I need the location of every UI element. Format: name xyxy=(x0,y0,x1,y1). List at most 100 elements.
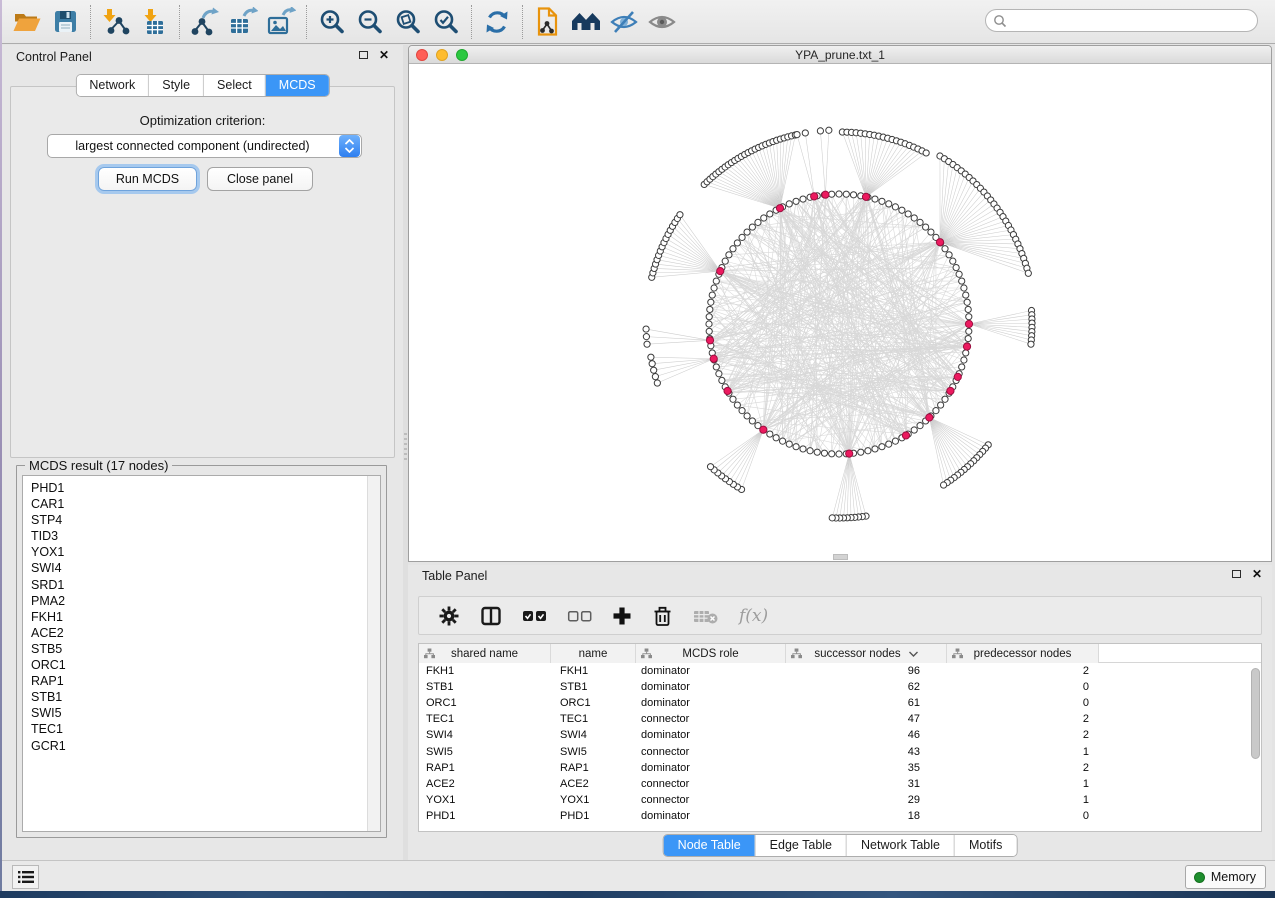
delete-column-button[interactable] xyxy=(652,605,673,627)
search-field[interactable] xyxy=(985,9,1258,32)
tab-style[interactable]: Style xyxy=(148,75,203,96)
zoom-fit-button[interactable] xyxy=(389,4,427,40)
table-row[interactable]: RAP1RAP1dominator352 xyxy=(419,760,1261,776)
close-panel-button[interactable]: Close panel xyxy=(207,167,313,191)
result-node-item[interactable]: SRD1 xyxy=(31,577,380,593)
export-network-button[interactable] xyxy=(186,4,224,40)
result-node-item[interactable]: STB5 xyxy=(31,641,380,657)
criterion-dropdown[interactable]: largest connected component (undirected) xyxy=(47,134,362,158)
result-node-item[interactable]: PHD1 xyxy=(31,480,380,496)
mcds-hub-node[interactable] xyxy=(965,320,972,327)
column-header-successor-nodes[interactable]: successor nodes xyxy=(786,644,947,663)
float-panel-icon[interactable] xyxy=(359,51,368,59)
network-window-titlebar[interactable]: YPA_prune.txt_1 xyxy=(409,46,1271,64)
tab-network-table[interactable]: Network Table xyxy=(846,835,954,856)
network-canvas[interactable] xyxy=(409,64,1271,561)
memory-button[interactable]: Memory xyxy=(1185,865,1266,889)
table-scrollbar-thumb[interactable] xyxy=(1251,668,1260,759)
mcds-hub-node[interactable] xyxy=(811,193,818,200)
run-mcds-button[interactable]: Run MCDS xyxy=(98,167,197,191)
result-node-item[interactable]: STB1 xyxy=(31,689,380,705)
add-column-button[interactable] xyxy=(612,606,632,626)
open-session-button[interactable] xyxy=(8,4,46,40)
network-graph[interactable] xyxy=(409,64,1271,561)
tab-select[interactable]: Select xyxy=(203,75,265,96)
deselect-all-button[interactable] xyxy=(567,608,592,624)
result-node-item[interactable]: STP4 xyxy=(31,512,380,528)
mcds-hub-node[interactable] xyxy=(862,193,869,200)
refresh-button[interactable] xyxy=(478,4,516,40)
mcds-hub-node[interactable] xyxy=(724,387,731,394)
show-graphics-details-button[interactable] xyxy=(643,4,681,40)
result-node-item[interactable]: CAR1 xyxy=(31,496,380,512)
result-node-item[interactable]: ORC1 xyxy=(31,657,380,673)
tab-network[interactable]: Network xyxy=(76,75,148,96)
result-node-item[interactable]: TEC1 xyxy=(31,721,380,737)
tab-mcds[interactable]: MCDS xyxy=(265,75,329,96)
table-row[interactable]: ACE2ACE2connector311 xyxy=(419,776,1261,792)
mcds-result-list: PHD1CAR1STP4TID3YOX1SWI4SRD1PMA2FKH1ACE2… xyxy=(22,475,381,832)
toolbar-separator xyxy=(522,5,523,39)
hide-graphics-details-button[interactable] xyxy=(605,4,643,40)
result-node-item[interactable]: SWI4 xyxy=(31,560,380,576)
mcds-hub-node[interactable] xyxy=(717,268,724,275)
import-table-button[interactable] xyxy=(135,4,173,40)
function-builder-button[interactable]: f(x) xyxy=(739,606,768,626)
mcds-hub-node[interactable] xyxy=(902,432,909,439)
mcds-hub-node[interactable] xyxy=(947,387,954,394)
table-row[interactable]: PHD1PHD1dominator180 xyxy=(419,808,1261,824)
save-session-button[interactable] xyxy=(46,4,84,40)
mcds-hub-node[interactable] xyxy=(760,426,767,433)
zoom-out-button[interactable] xyxy=(351,4,389,40)
table-row[interactable]: TEC1TEC1connector472 xyxy=(419,711,1261,727)
mcds-hub-node[interactable] xyxy=(936,239,943,246)
canvas-splitter-grip[interactable] xyxy=(833,554,848,560)
select-all-button[interactable] xyxy=(522,608,547,624)
home-button[interactable] xyxy=(567,4,605,40)
column-header-name[interactable]: name xyxy=(551,644,636,663)
result-node-item[interactable]: TID3 xyxy=(31,528,380,544)
column-header-MCDS-role[interactable]: MCDS role xyxy=(636,644,786,663)
column-header-shared-name[interactable]: shared name xyxy=(419,644,551,663)
close-panel-icon[interactable]: ✕ xyxy=(379,50,389,60)
table-row[interactable]: FKH1FKH1dominator962 xyxy=(419,663,1261,679)
mcds-hub-node[interactable] xyxy=(822,191,829,198)
column-settings-button[interactable] xyxy=(438,605,460,627)
tab-edge-table[interactable]: Edge Table xyxy=(755,835,846,856)
network-document-button[interactable] xyxy=(529,4,567,40)
float-table-panel-icon[interactable] xyxy=(1232,570,1241,578)
import-network-button[interactable] xyxy=(97,4,135,40)
mcds-hub-node[interactable] xyxy=(963,343,970,350)
result-node-item[interactable]: SWI5 xyxy=(31,705,380,721)
mcds-hub-node[interactable] xyxy=(846,450,853,457)
result-node-item[interactable]: PMA2 xyxy=(31,593,380,609)
table-row[interactable]: SWI5SWI5connector431 xyxy=(419,743,1261,759)
split-panel-button[interactable] xyxy=(480,605,502,627)
result-node-item[interactable]: GCR1 xyxy=(31,738,380,754)
table-row[interactable]: SWI4SWI4dominator462 xyxy=(419,727,1261,743)
table-row[interactable]: YOX1YOX1connector291 xyxy=(419,792,1261,808)
export-table-button[interactable] xyxy=(224,4,262,40)
mcds-hub-node[interactable] xyxy=(926,414,933,421)
mcds-hub-node[interactable] xyxy=(776,205,783,212)
mcds-hub-node[interactable] xyxy=(954,373,961,380)
column-header-predecessor-nodes[interactable]: predecessor nodes xyxy=(947,644,1099,663)
table-row[interactable]: ORC1ORC1dominator610 xyxy=(419,695,1261,711)
delete-table-button[interactable] xyxy=(693,607,719,625)
result-node-item[interactable]: ACE2 xyxy=(31,625,380,641)
table-row[interactable]: STB1STB1dominator620 xyxy=(419,679,1261,695)
mcds-hub-node[interactable] xyxy=(706,337,713,344)
close-table-panel-icon[interactable]: ✕ xyxy=(1252,569,1262,579)
search-input[interactable] xyxy=(1007,12,1257,30)
zoom-selected-button[interactable] xyxy=(427,4,465,40)
tab-motifs[interactable]: Motifs xyxy=(954,835,1016,856)
panel-selector-button[interactable] xyxy=(12,865,39,889)
result-node-item[interactable]: FKH1 xyxy=(31,609,380,625)
tab-node-table[interactable]: Node Table xyxy=(664,835,755,856)
result-list-scrollbar[interactable] xyxy=(367,476,380,831)
mcds-hub-node[interactable] xyxy=(710,355,717,362)
result-node-item[interactable]: YOX1 xyxy=(31,544,380,560)
export-image-button[interactable] xyxy=(262,4,300,40)
result-node-item[interactable]: RAP1 xyxy=(31,673,380,689)
zoom-in-button[interactable] xyxy=(313,4,351,40)
